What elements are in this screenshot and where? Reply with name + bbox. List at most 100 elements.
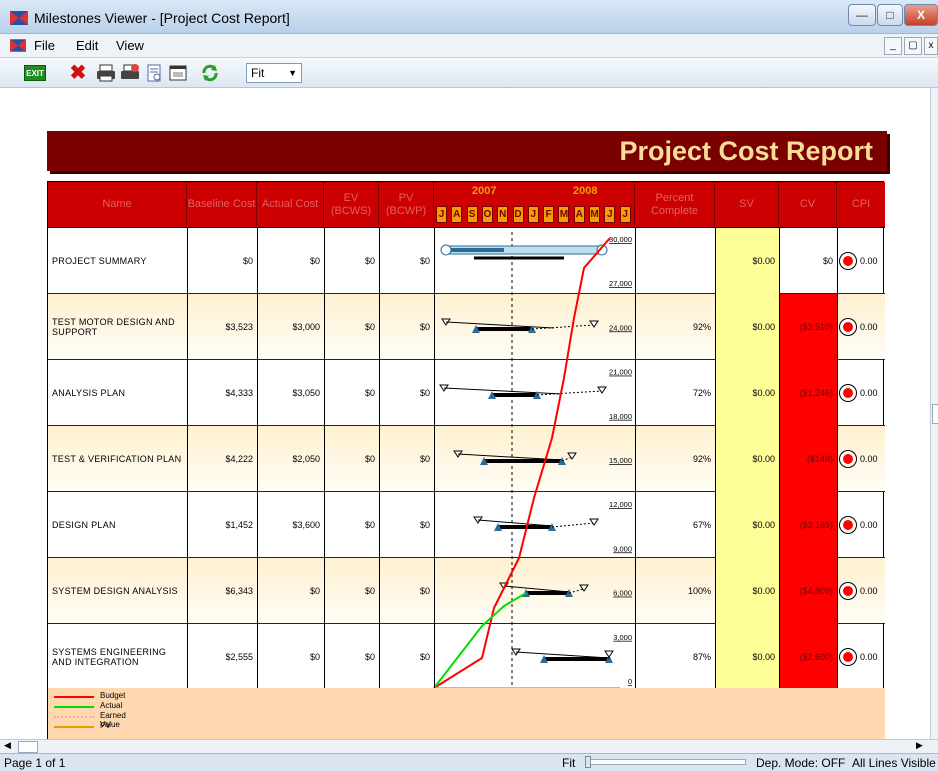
zoom-slider[interactable]: [585, 756, 746, 768]
month-label: A: [573, 206, 585, 223]
ev-cell: $0: [364, 322, 375, 332]
axis-tick-label: 12,000: [609, 500, 632, 509]
vertical-scroll-thumb[interactable]: [932, 404, 938, 424]
sv-cell: $0.00: [715, 360, 779, 426]
finish-marker: [567, 452, 577, 460]
ev-cell: $0: [364, 388, 375, 398]
scroll-left-icon[interactable]: ◀: [4, 740, 11, 751]
zoom-slider-thumb[interactable]: [585, 756, 591, 768]
axis-tick-label: 21,000: [609, 368, 632, 377]
print-icon[interactable]: [96, 63, 116, 83]
chevron-down-icon: ▼: [288, 68, 297, 78]
mdi-restore-button[interactable]: ▢: [904, 37, 922, 55]
legend-line: [54, 696, 94, 698]
axis-tick-label: 24,000: [609, 323, 632, 332]
axis-tick-label: 18,000: [609, 412, 632, 421]
timeline-chart: 30,000 27,000 24,000 21,000 18,000 15,000 12,0…: [433, 232, 632, 689]
pv-cell: $0: [419, 454, 430, 464]
row-name: TEST MOTOR DESIGN AND SUPPORT: [52, 317, 175, 337]
legend-line: [54, 706, 94, 708]
axis-tick-label: 27,000: [609, 279, 632, 288]
cpi-indicator-icon: [840, 451, 856, 467]
row-name: SYSTEMS ENGINEERING AND INTEGRATION: [52, 647, 167, 667]
menu-edit[interactable]: Edit: [76, 38, 98, 53]
report-page: Project Cost Report Name Baseline Cost A…: [0, 88, 930, 750]
close-button[interactable]: X: [904, 4, 938, 26]
cpi-cell: 0.00: [840, 492, 885, 558]
cpi-cell: 0.00: [840, 558, 885, 624]
month-label: J: [436, 206, 447, 223]
menu-view[interactable]: View: [116, 38, 144, 53]
preview-icon[interactable]: [168, 63, 188, 83]
print-setup-icon[interactable]: [120, 63, 140, 83]
legend-label: Actual: [100, 701, 123, 710]
finish-marker: [589, 518, 599, 526]
cpi-cell: 0.00: [840, 228, 885, 294]
horizontal-scrollbar[interactable]: ◀ ▶: [0, 739, 938, 753]
header-actual-cost: Actual Cost: [257, 182, 324, 228]
percent-complete-cell: 92%: [692, 454, 711, 464]
mdi-close-button[interactable]: x: [924, 37, 938, 55]
exit-button[interactable]: EXIT: [24, 65, 46, 81]
cpi-indicator-icon: [840, 385, 856, 401]
status-lines: All Lines Visible: [852, 756, 936, 770]
baseline-cost-cell: $0: [242, 256, 253, 266]
actual-cost-cell: $0: [309, 652, 320, 662]
percent-complete-cell: 100%: [687, 586, 711, 596]
row-name: ANALYSIS PLAN: [52, 388, 126, 398]
legend-label: Budget: [100, 691, 126, 700]
minimize-button[interactable]: —: [848, 4, 876, 26]
refresh-icon[interactable]: [200, 63, 220, 83]
cv-cell: ($2,600): [779, 624, 837, 690]
cpi-cell: 0.00: [840, 624, 885, 690]
mdi-minimize-button[interactable]: _: [884, 37, 902, 55]
remaining-line: [551, 522, 595, 528]
month-label: F: [543, 206, 555, 223]
baseline-cost-cell: $4,222: [225, 454, 253, 464]
sv-cell: $0.00: [715, 294, 779, 360]
axis-tick-label: 6,000: [613, 589, 632, 598]
scroll-right-icon[interactable]: ▶: [916, 740, 923, 751]
baseline-cost-cell: $2,555: [225, 652, 253, 662]
cv-cell: $0: [822, 256, 833, 266]
sv-cell: $0.00: [715, 558, 779, 624]
sv-cell: $0.00: [715, 624, 779, 690]
close-report-icon[interactable]: ✖: [68, 63, 88, 83]
header-cpi: CPI: [837, 182, 885, 228]
page-setup-icon[interactable]: [144, 63, 164, 83]
header-baseline-cost: Baseline Cost: [187, 182, 257, 228]
legend-line: [54, 716, 94, 718]
cpi-cell: 0.00: [840, 294, 885, 360]
header-percent-complete: Percent Complete: [635, 182, 715, 228]
percent-complete-cell: 87%: [692, 652, 711, 662]
month-label: D: [512, 206, 524, 223]
legend-label: PV: [100, 721, 111, 730]
percent-complete-cell: 92%: [692, 322, 711, 332]
cv-cell: ($1,246): [779, 360, 837, 426]
vertical-scrollbar[interactable]: [930, 88, 938, 739]
header-name: Name: [48, 182, 187, 228]
header-ev: EV (BCWS): [324, 182, 379, 228]
pv-cell: $0: [419, 388, 430, 398]
axis-tick-label: 9,000: [613, 544, 632, 553]
ev-cell: $0: [364, 454, 375, 464]
cpi-indicator-icon: [840, 517, 856, 533]
axis-tick-label: 15,000: [609, 456, 632, 465]
month-label: N: [497, 206, 509, 223]
row-name: PROJECT SUMMARY: [52, 256, 147, 266]
menu-file[interactable]: File: [34, 38, 55, 53]
actual-cost-cell: $3,000: [292, 322, 320, 332]
horizontal-scroll-thumb[interactable]: [18, 741, 38, 753]
sv-cell: $0.00: [715, 426, 779, 492]
maximize-button[interactable]: □: [877, 4, 903, 26]
menu-bar: File Edit View _ ▢ x: [0, 34, 938, 58]
toolbar: EXIT ✖ Fit ▼: [0, 58, 938, 88]
status-bar: Page 1 of 1 Fit Dep. Mode: OFF All Lines…: [0, 753, 938, 771]
actual-cost-cell: $0: [309, 256, 320, 266]
month-label: J: [604, 206, 616, 223]
cv-cell: ($4,809): [779, 558, 837, 624]
zoom-dropdown[interactable]: Fit ▼: [246, 63, 302, 83]
report-title: Project Cost Report: [47, 131, 887, 171]
cpi-value: 0.00: [860, 388, 878, 398]
ev-cell: $0: [364, 586, 375, 596]
